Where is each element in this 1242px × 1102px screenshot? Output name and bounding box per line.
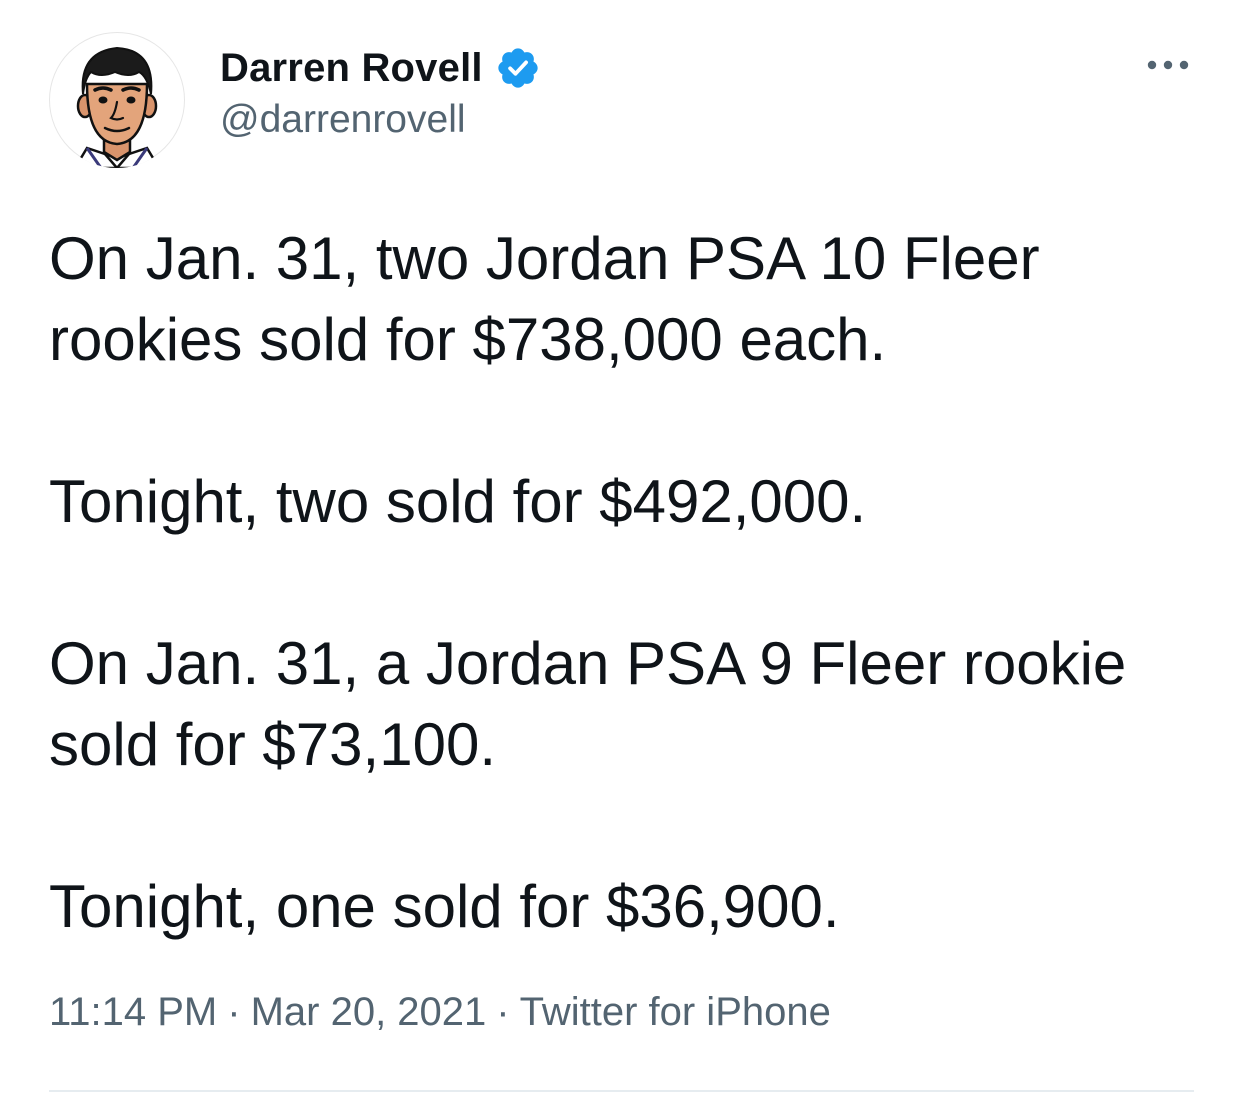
tweet-metadata: 11:14 PM · Mar 20, 2021 · Twitter for iPhone <box>49 990 831 1035</box>
tweet-paragraph: On Jan. 31, two Jordan PSA 10 Fleer rook… <box>49 225 1040 373</box>
tweet-card: Darren Rovell @darrenrovell On Jan. 31, … <box>0 0 1242 1102</box>
verified-badge-icon <box>495 45 541 91</box>
more-options-button[interactable] <box>1144 50 1192 80</box>
author-handle[interactable]: @darrenrovell <box>220 98 466 142</box>
tweet-paragraph: On Jan. 31, a Jordan PSA 9 Fleer rookie … <box>49 630 1127 778</box>
author-avatar[interactable] <box>49 32 185 168</box>
tweet-paragraph: Tonight, two sold for $492,000. <box>49 468 867 535</box>
author-name[interactable]: Darren Rovell <box>220 46 483 91</box>
tweet-source-link[interactable]: Twitter for iPhone <box>520 990 831 1034</box>
tweet-date[interactable]: Mar 20, 2021 <box>251 990 487 1034</box>
meta-separator: · <box>227 990 241 1034</box>
author-name-row: Darren Rovell <box>220 40 541 96</box>
meta-separator: · <box>496 990 510 1034</box>
tweet-paragraph: Tonight, one sold for $36,900. <box>49 873 840 940</box>
tweet-text: On Jan. 31, two Jordan PSA 10 Fleer rook… <box>49 218 1199 947</box>
tweet-time[interactable]: 11:14 PM <box>49 990 217 1034</box>
divider <box>49 1090 1194 1092</box>
ellipsis-icon <box>1147 60 1189 70</box>
cartoon-portrait-avatar-icon <box>73 46 161 168</box>
